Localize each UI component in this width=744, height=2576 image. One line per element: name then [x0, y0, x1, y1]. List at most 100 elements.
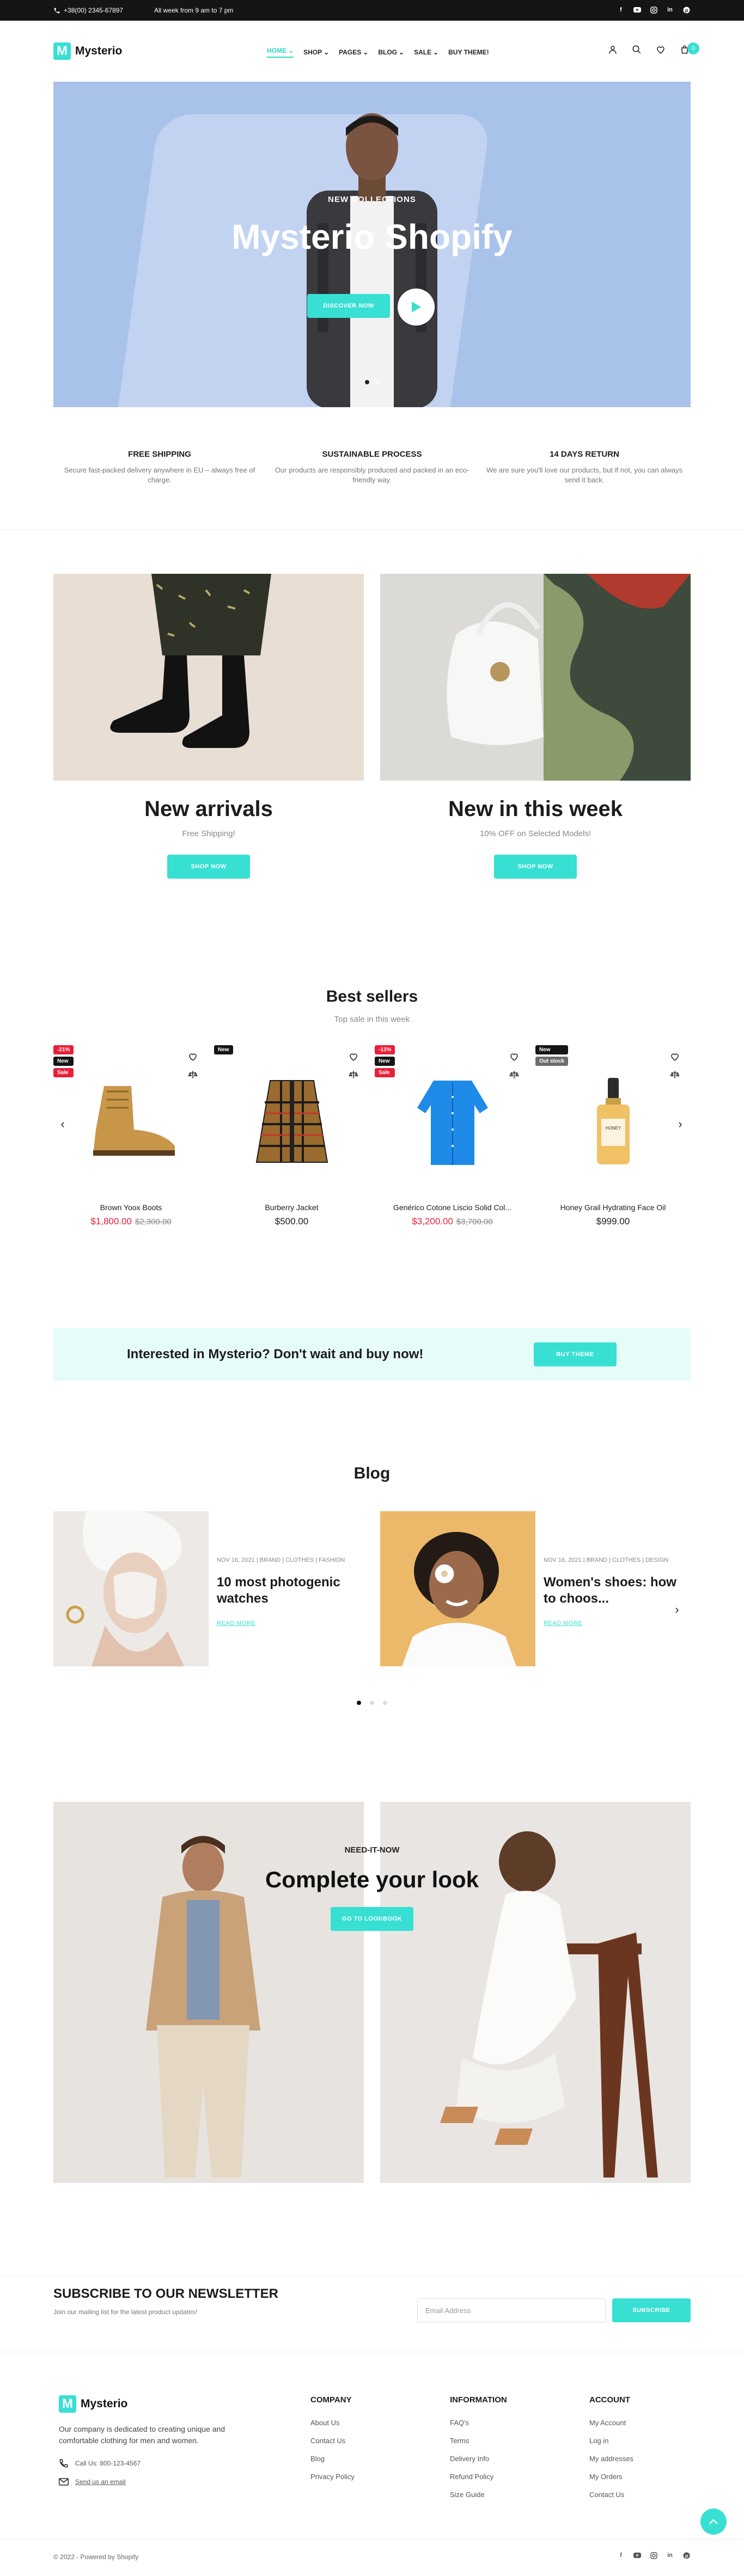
footer-link[interactable]: Blog	[310, 2455, 355, 2463]
product-card[interactable]: -21% New Sale Brown Yoox Boots $1,800.00…	[53, 1045, 209, 1236]
search-icon[interactable]	[631, 44, 643, 56]
category-title: New in this week	[448, 797, 623, 821]
page-dot[interactable]	[383, 1701, 387, 1705]
product-price: $1,800.00 $2,300.00	[53, 1216, 209, 1227]
nav-item-home[interactable]: HOME ⌄	[267, 47, 294, 58]
product-image[interactable]: HONEY	[535, 1045, 691, 1198]
footer-email[interactable]: Send us an email	[59, 2478, 266, 2486]
shop-now-button[interactable]: SHOP NOW	[494, 855, 577, 879]
nav-item-blog[interactable]: BLOG ⌄	[378, 47, 404, 58]
hero-slider: NEW COLLECTIONS Mysterio Shopify DISCOVE…	[53, 82, 691, 407]
pinterest-icon[interactable]: p	[682, 5, 691, 14]
footer-link[interactable]: Size Guide	[450, 2491, 507, 2499]
feature-returns: 14 DAYS RETURN We are sure you'll love o…	[478, 450, 691, 485]
hero-pagination	[53, 380, 691, 384]
nav-item-buy-theme[interactable]: BUY THEME!	[448, 47, 489, 58]
category-image[interactable]	[380, 574, 691, 781]
footer-link[interactable]: Terms	[450, 2437, 507, 2445]
pinterest-icon[interactable]: p	[682, 2551, 691, 2560]
product-name[interactable]: Burberry Jacket	[214, 1203, 369, 1212]
read-more-link[interactable]: READ MORE	[544, 1620, 582, 1627]
back-to-top-button[interactable]	[700, 2508, 727, 2535]
go-to-lookbook-button[interactable]: GO TO LOOKBOOK	[331, 1907, 413, 1931]
category-image[interactable]	[53, 574, 364, 781]
footer-email-link[interactable]: Send us an email	[75, 2478, 126, 2486]
footer-link[interactable]: My Account	[589, 2419, 633, 2427]
linkedin-icon[interactable]: in	[666, 2551, 674, 2560]
category-text: 10% OFF on Selected Models!	[479, 829, 591, 838]
cart-icon[interactable]: 0	[679, 42, 699, 56]
compare-icon[interactable]	[670, 1070, 680, 1082]
feature-title: FREE SHIPPING	[128, 450, 191, 459]
page-dot[interactable]	[370, 1701, 374, 1705]
wishlist-heart-icon[interactable]	[509, 1052, 519, 1064]
footer-link[interactable]: Delivery Info	[450, 2455, 507, 2463]
footer-link[interactable]: FAQ's	[450, 2419, 507, 2427]
read-more-link[interactable]: READ MORE	[217, 1620, 255, 1627]
facebook-icon[interactable]: f	[617, 5, 625, 14]
product-actions	[670, 1052, 680, 1082]
blog-post-image[interactable]	[53, 1511, 209, 1666]
wishlist-heart-icon[interactable]	[349, 1052, 358, 1064]
instagram-icon[interactable]	[649, 5, 658, 14]
footer-link[interactable]: My addresses	[589, 2455, 633, 2463]
blog-post-title[interactable]: 10 most photogenic watches	[217, 1574, 364, 1607]
subscribe-button[interactable]: SUBSCRIBE	[612, 2298, 691, 2322]
topbar-social: f in p	[617, 5, 691, 14]
product-price: $999.00	[535, 1216, 691, 1227]
topbar-phone[interactable]: +38(00) 2345-67897	[53, 7, 123, 14]
account-icon[interactable]	[607, 44, 619, 56]
footer-phone[interactable]: Call Us: 800-123-4567	[59, 2458, 266, 2468]
blog-next-arrow[interactable]: ›	[669, 1602, 685, 1618]
page-dot[interactable]	[357, 1701, 361, 1705]
product-name[interactable]: Brown Yoox Boots	[53, 1203, 209, 1212]
footer-link[interactable]: Refund Policy	[450, 2473, 507, 2481]
product-name[interactable]: Genérico Cotone Liscio Solid Col...	[375, 1203, 530, 1212]
chevron-down-icon: ⌄	[433, 48, 439, 56]
instagram-icon[interactable]	[649, 2551, 658, 2560]
product-image[interactable]	[375, 1045, 530, 1198]
discover-now-button[interactable]: DISCOVER NOW	[307, 294, 390, 318]
nav-item-shop[interactable]: SHOP ⌄	[303, 47, 329, 58]
hero-subtitle: NEW COLLECTIONS	[328, 195, 416, 204]
logo[interactable]: M Mysterio	[53, 42, 122, 60]
slide-dot[interactable]	[375, 380, 379, 384]
product-card[interactable]: New Burberry Jacket $500.00	[214, 1045, 369, 1236]
wishlist-heart-icon[interactable]	[188, 1052, 198, 1064]
footer-link[interactable]: Contact Us	[310, 2437, 355, 2445]
product-image[interactable]	[214, 1045, 369, 1198]
youtube-icon[interactable]	[633, 2551, 642, 2560]
compare-icon[interactable]	[349, 1070, 358, 1082]
product-name[interactable]: Honey Grail Hydrating Face Oil	[535, 1203, 691, 1212]
email-input[interactable]: Email Address	[417, 2298, 606, 2322]
facebook-icon[interactable]: f	[617, 2551, 625, 2560]
linkedin-icon[interactable]: in	[666, 5, 674, 14]
buy-theme-button[interactable]: BUY THEME	[534, 1342, 617, 1366]
svg-text:p: p	[685, 8, 688, 13]
product-card[interactable]: HONEY New Out stock Honey Grail Hydratin…	[535, 1045, 691, 1236]
category-new-this-week: New in this week 10% OFF on Selected Mod…	[380, 574, 691, 879]
slide-dot[interactable]	[365, 380, 369, 384]
blog-post-image[interactable]	[380, 1511, 535, 1666]
nav-item-pages[interactable]: PAGES ⌄	[339, 47, 368, 58]
svg-text:p: p	[685, 2553, 688, 2559]
play-video-button[interactable]	[398, 289, 435, 326]
bestsellers-title: Best sellers	[326, 988, 418, 1005]
compare-icon[interactable]	[509, 1070, 519, 1082]
youtube-icon[interactable]	[633, 5, 642, 14]
footer-link[interactable]: Contact Us	[589, 2491, 633, 2499]
footer-link[interactable]: My Orders	[589, 2473, 633, 2481]
product-image[interactable]	[53, 1045, 209, 1198]
footer-link[interactable]: Log in	[589, 2437, 633, 2445]
shop-now-button[interactable]: SHOP NOW	[167, 855, 250, 879]
compare-icon[interactable]	[188, 1070, 198, 1082]
wishlist-heart-icon[interactable]	[655, 44, 667, 56]
new-badge: New	[535, 1045, 569, 1054]
current-price: $3,200.00	[412, 1216, 453, 1226]
product-card[interactable]: -13% New Sale Genérico Cotone Liscio Sol…	[375, 1045, 530, 1236]
footer-link[interactable]: Privacy Policy	[310, 2473, 355, 2481]
wishlist-heart-icon[interactable]	[670, 1052, 680, 1064]
footer-logo[interactable]: M Mysterio	[59, 2395, 266, 2413]
nav-item-sale[interactable]: SALE ⌄	[414, 47, 438, 58]
footer-link[interactable]: About Us	[310, 2419, 355, 2427]
